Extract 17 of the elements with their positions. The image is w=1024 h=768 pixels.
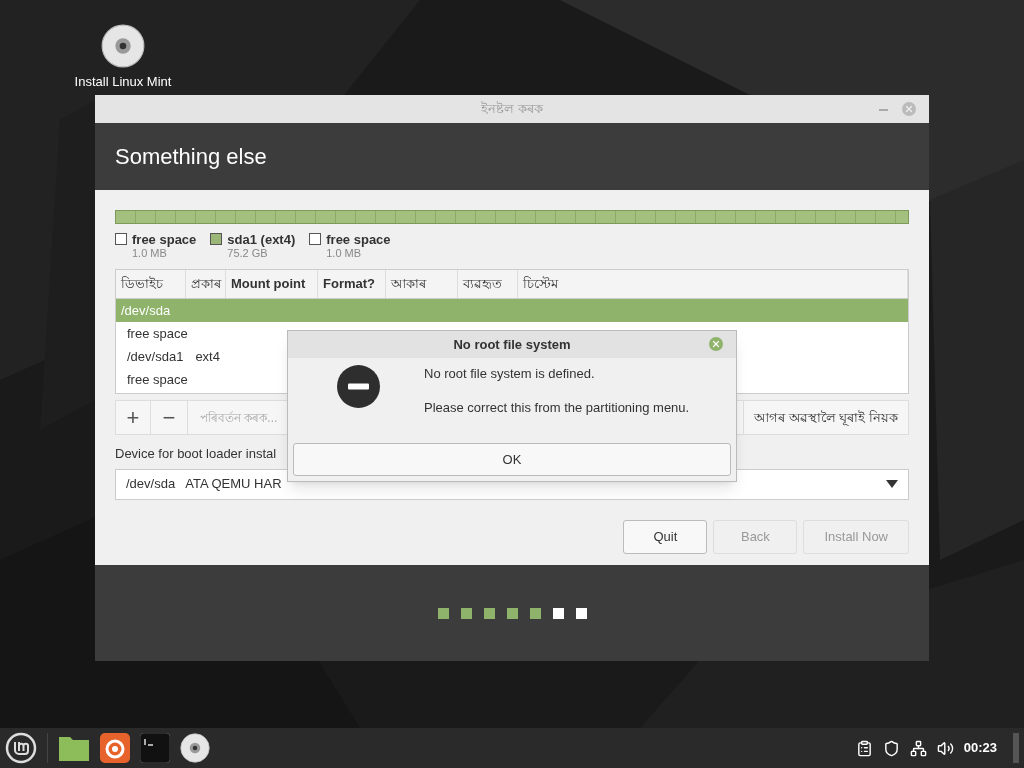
legend-label: free space	[326, 232, 391, 247]
device-name: /dev/sda1	[127, 347, 184, 366]
dialog-title: No root file system	[453, 335, 571, 354]
legend-size: 75.2 GB	[227, 247, 269, 260]
partition-type: ext4	[195, 347, 220, 366]
legend-size: 1.0 MB	[132, 247, 168, 260]
boot-loader-label: Device for boot loader instal	[115, 445, 277, 463]
device-name: free space	[127, 370, 188, 389]
dialog-message: No root file system is defined.	[424, 365, 596, 383]
legend-size: 1.0 MB	[326, 247, 363, 260]
device-name: free space	[127, 324, 188, 343]
page-heading: Something else	[115, 143, 267, 171]
device-name: /dev/sda	[121, 301, 171, 320]
window-title: ইনষ্টল কৰক	[481, 100, 543, 119]
dialog-detail: Please correct this from the partitioning menu.	[424, 398, 690, 417]
legend-label: sda1 (ext4)	[227, 232, 296, 247]
legend-label: free space	[132, 232, 197, 247]
